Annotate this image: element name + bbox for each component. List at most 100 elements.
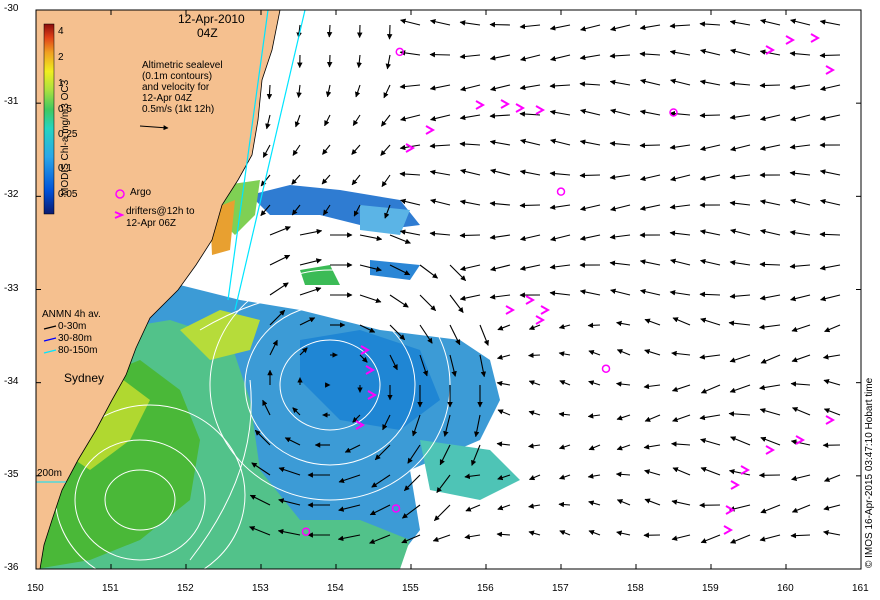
velocity-arrow (528, 410, 541, 416)
velocity-arrow (558, 411, 571, 418)
colorbar-tick-label: 0.5 (58, 103, 72, 115)
velocity-arrow (760, 18, 781, 26)
lat-tick-label: -36 (4, 562, 19, 573)
velocity-arrow (616, 414, 631, 421)
velocity-arrow (579, 172, 601, 179)
velocity-arrow (291, 174, 301, 185)
velocity-arrow (729, 293, 751, 300)
velocity-arrow (459, 20, 481, 26)
velocity-arrow (729, 80, 751, 87)
velocity-arrow (823, 408, 841, 416)
velocity-arrow (669, 110, 691, 117)
velocity-arrow (559, 474, 571, 480)
velocity-arrow (639, 204, 661, 211)
drifter-chevron (785, 35, 796, 45)
velocity-arrow (520, 54, 541, 62)
argo-float-marker (395, 47, 404, 57)
drifter-chevron (825, 65, 836, 75)
anmn-legend-item-3: 80-150m (58, 345, 98, 356)
colorbar-tick-label: 0.05 (58, 189, 78, 201)
velocity-arrow (528, 324, 541, 330)
drifter-chevron (810, 33, 821, 43)
velocity-arrow (819, 198, 841, 206)
velocity-arrow (615, 381, 631, 387)
velocity-arrow (643, 383, 661, 390)
velocity-arrow (672, 317, 691, 326)
velocity-arrow (588, 444, 601, 451)
velocity-arrow (669, 230, 691, 237)
velocity-arrow (459, 294, 481, 301)
velocity-arrow (822, 354, 841, 360)
velocity-arrow (528, 443, 541, 449)
anmn-legend-item-2: 30-80m (58, 333, 92, 344)
velocity-arrow (610, 288, 631, 296)
velocity-arrow (386, 24, 393, 40)
velocity-arrow (558, 501, 571, 508)
velocity-arrow (429, 51, 451, 58)
velocity-arrow (321, 174, 331, 185)
velocity-arrow (400, 114, 421, 122)
velocity-arrow (616, 530, 631, 536)
velocity-arrow (559, 380, 571, 386)
velocity-arrow (519, 84, 541, 91)
lat-tick-label: -32 (4, 189, 19, 201)
velocity-arrow (489, 234, 511, 240)
velocity-arrow (615, 471, 631, 478)
drifter-chevron (825, 415, 836, 425)
velocity-arrow (729, 260, 751, 266)
velocity-arrow (459, 141, 481, 147)
argo-legend-label: Argo (130, 187, 152, 198)
velocity-arrow (558, 351, 571, 357)
velocity-arrow (549, 170, 571, 177)
velocity-arrow (730, 144, 751, 152)
anmn-legend-title: ANMN 4h av. (42, 309, 101, 320)
velocity-arrow (669, 49, 691, 56)
velocity-arrow (351, 144, 361, 155)
velocity-arrow (639, 288, 661, 296)
velocity-arrow (729, 354, 751, 363)
velocity-arrow (269, 282, 289, 296)
velocity-arrow (419, 294, 436, 311)
velocity-arrow (639, 51, 661, 57)
velocity-arrow (489, 113, 511, 119)
velocity-arrow (324, 114, 331, 127)
velocity-arrow (699, 112, 721, 119)
velocity-arrow (823, 474, 841, 482)
velocity-arrow (359, 234, 383, 242)
velocity-arrow (528, 380, 541, 386)
velocity-arrow (728, 320, 751, 326)
velocity-arrow (700, 466, 721, 476)
velocity-arrow (819, 169, 841, 176)
drifter-chevron (765, 445, 776, 455)
velocity-arrow (639, 174, 661, 182)
velocity-arrow (670, 78, 691, 86)
velocity-arrow (326, 24, 333, 38)
velocity-arrow (496, 441, 511, 447)
velocity-arrow (760, 354, 781, 364)
velocity-arrow (429, 169, 451, 176)
velocity-arrow (325, 84, 332, 98)
velocity-arrow (528, 530, 541, 536)
velocity-arrow (789, 84, 811, 90)
velocity-arrow (728, 411, 751, 417)
velocity-arrow (669, 204, 691, 210)
velocity-arrow (699, 144, 721, 152)
velocity-arrow (819, 264, 841, 271)
velocity-arrow (299, 228, 323, 236)
velocity-arrow (729, 200, 751, 207)
velocity-arrow (790, 381, 811, 387)
place-label-sydney: Sydney (64, 371, 105, 385)
anmn-legend-item-1: 0-30m (58, 321, 87, 332)
velocity-arrow (609, 79, 631, 86)
velocity-arrow (579, 204, 601, 212)
velocity-arrow (496, 531, 511, 538)
velocity-arrow (558, 444, 571, 450)
velocity-arrow (419, 264, 439, 279)
lat-tick-label: -34 (4, 375, 19, 387)
velocity-arrow (672, 414, 691, 423)
velocity-arrow (819, 52, 841, 59)
drifter-chevron (540, 305, 551, 315)
velocity-arrow (459, 53, 481, 60)
velocity-arrow (609, 260, 631, 267)
velocity-arrow (352, 114, 361, 126)
